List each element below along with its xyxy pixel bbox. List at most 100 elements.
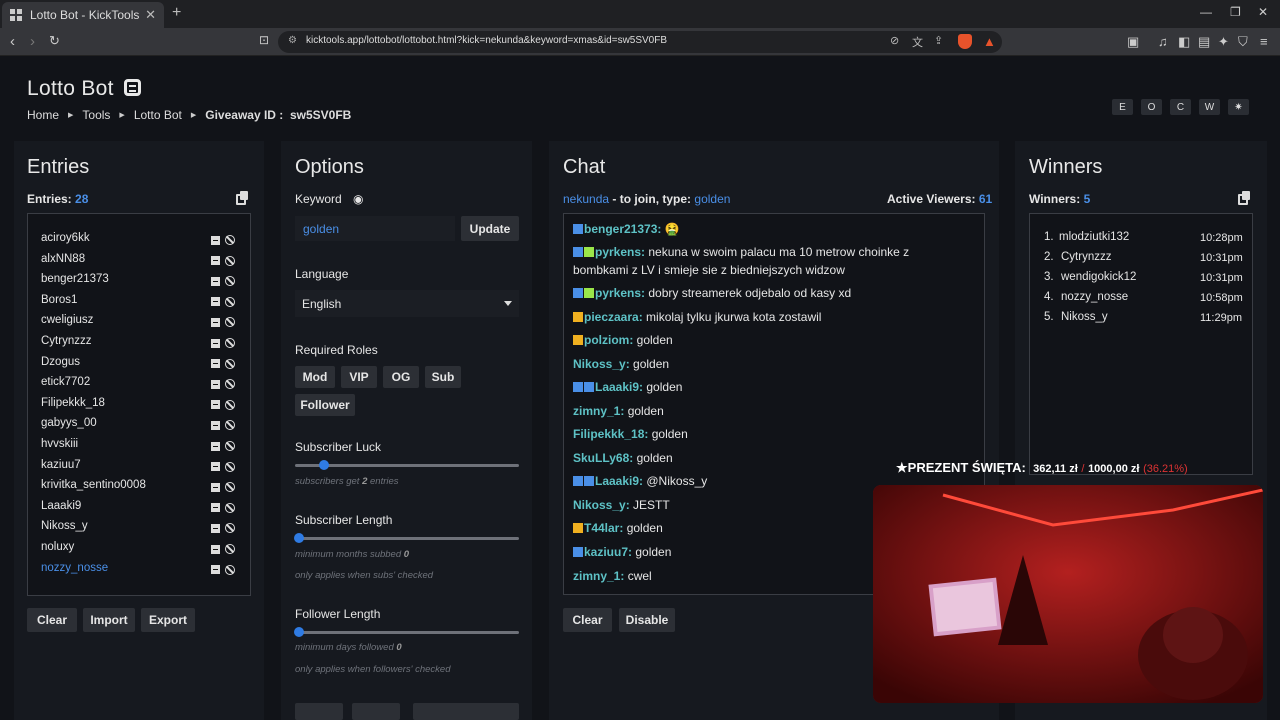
remove-entry-icon[interactable] — [211, 235, 220, 245]
chat-username[interactable]: Filipekkk_18: — [573, 427, 648, 441]
role-sub-toggle[interactable]: Sub — [425, 366, 461, 388]
ban-icon[interactable] — [225, 317, 235, 328]
role-follower-toggle[interactable]: Follower — [295, 394, 355, 416]
browser-tab[interactable]: Lotto Bot - KickTools ✕ — [2, 2, 164, 28]
breadcrumb-home[interactable]: Home — [27, 108, 59, 122]
copy-icon[interactable] — [1238, 191, 1250, 205]
subscriber-length-slider[interactable] — [294, 533, 519, 543]
slider-handle[interactable] — [294, 533, 304, 543]
subscriber-luck-slider[interactable] — [295, 460, 519, 470]
options-action-button[interactable] — [413, 703, 519, 720]
ban-icon[interactable] — [225, 420, 235, 431]
ban-icon[interactable] — [225, 296, 235, 307]
remove-entry-icon[interactable] — [211, 297, 220, 307]
remove-entry-icon[interactable] — [211, 462, 220, 472]
maximize-icon[interactable]: ❐ — [1230, 5, 1241, 19]
forward-icon[interactable]: › — [30, 33, 35, 50]
ban-icon[interactable] — [225, 276, 235, 287]
chat-username[interactable]: SkuLLy68: — [573, 451, 633, 465]
chat-username[interactable]: pyrkens: — [595, 286, 645, 300]
ban-icon[interactable] — [225, 544, 235, 554]
ban-icon[interactable] — [225, 502, 235, 513]
chat-username[interactable]: polziom: — [584, 333, 633, 347]
ban-icon[interactable] — [225, 441, 235, 451]
ban-icon[interactable] — [225, 523, 235, 534]
extensions-icon[interactable]: ✦ — [1218, 34, 1229, 50]
reader-icon[interactable]: ▣ — [1127, 34, 1139, 50]
remove-entry-icon[interactable] — [211, 317, 220, 327]
bookmark-icon[interactable]: ⊡ — [259, 33, 269, 47]
remove-entry-icon[interactable] — [211, 523, 220, 533]
ban-icon[interactable] — [225, 358, 235, 369]
follower-length-slider[interactable] — [294, 627, 519, 637]
ban-icon[interactable] — [225, 564, 235, 575]
options-action-button[interactable] — [295, 703, 343, 720]
toggle-entries-button[interactable]: E — [1112, 99, 1133, 115]
ban-icon[interactable] — [225, 235, 235, 245]
remove-entry-icon[interactable] — [211, 379, 220, 389]
remove-entry-icon[interactable] — [211, 359, 220, 369]
options-action-button[interactable] — [352, 703, 400, 720]
remove-entry-icon[interactable] — [211, 400, 220, 410]
remove-entry-icon[interactable] — [211, 276, 220, 286]
chat-username[interactable]: zimny_1: — [573, 404, 624, 418]
close-window-icon[interactable]: ✕ — [1258, 5, 1268, 19]
remove-entry-icon[interactable] — [211, 482, 220, 492]
ban-icon[interactable] — [225, 482, 235, 493]
language-select[interactable]: English — [295, 290, 519, 317]
chat-clear-button[interactable]: Clear — [563, 608, 612, 632]
share-icon[interactable]: ⇪ — [934, 34, 943, 47]
reload-icon[interactable]: ↻ — [49, 33, 60, 49]
ban-icon[interactable] — [225, 338, 235, 348]
chat-username[interactable]: T44lar: — [584, 521, 623, 535]
role-og-toggle[interactable]: OG — [383, 366, 419, 388]
theme-icon[interactable]: ✷ — [1228, 99, 1249, 115]
media-icon[interactable]: ♫ — [1158, 34, 1168, 49]
remove-entry-icon[interactable] — [211, 441, 220, 451]
entries-import-button[interactable]: Import — [83, 608, 135, 632]
wallet-icon[interactable]: ▤ — [1198, 34, 1210, 50]
rewards-icon[interactable]: ▲ — [983, 34, 996, 49]
ban-icon[interactable] — [225, 461, 235, 472]
site-info-icon[interactable]: ⚙ — [288, 35, 297, 46]
chat-username[interactable]: kaziuu7: — [584, 545, 632, 559]
chat-username[interactable]: Nikoss_y: — [573, 357, 630, 371]
chat-username[interactable]: benger21373: — [584, 222, 661, 236]
remove-entry-icon[interactable] — [211, 420, 220, 430]
chat-username[interactable]: Nikoss_y: — [573, 498, 630, 512]
entries-clear-button[interactable]: Clear — [27, 608, 77, 632]
slider-handle[interactable] — [294, 627, 304, 637]
chat-username[interactable]: Laaaki9: — [595, 474, 643, 488]
ban-icon[interactable] — [225, 379, 235, 390]
ban-icon[interactable] — [225, 399, 235, 410]
remove-entry-icon[interactable] — [211, 503, 220, 513]
remove-entry-icon[interactable] — [211, 544, 220, 554]
keyword-input[interactable]: golden — [295, 216, 455, 241]
update-button[interactable]: Update — [461, 216, 519, 241]
role-mod-toggle[interactable]: Mod — [295, 366, 335, 388]
copy-icon[interactable] — [236, 191, 248, 205]
chat-username[interactable]: pieczaara: — [584, 310, 643, 324]
entries-export-button[interactable]: Export — [141, 608, 195, 632]
toggle-options-button[interactable]: O — [1141, 99, 1162, 115]
minimize-icon[interactable]: — — [1200, 5, 1212, 19]
chat-username[interactable]: pyrkens: — [595, 245, 645, 259]
eye-icon[interactable]: ◉ — [353, 192, 363, 206]
slider-handle[interactable] — [319, 460, 329, 470]
new-tab-icon[interactable]: + — [172, 4, 181, 22]
close-tab-icon[interactable]: ✕ — [145, 7, 156, 23]
remove-entry-icon[interactable] — [211, 338, 220, 348]
remove-entry-icon[interactable] — [211, 256, 220, 266]
chat-username[interactable]: zimny_1: — [573, 569, 624, 583]
ban-icon[interactable] — [225, 255, 235, 266]
breadcrumb-lotto-bot[interactable]: Lotto Bot — [134, 108, 182, 122]
menu-icon[interactable]: ≡ — [1260, 34, 1268, 49]
toggle-winners-button[interactable]: W — [1199, 99, 1220, 115]
breadcrumb-tools[interactable]: Tools — [82, 108, 110, 122]
camera-off-icon[interactable]: ⊘ — [890, 34, 899, 47]
brave-shield-icon[interactable] — [958, 34, 972, 49]
chat-disable-button[interactable]: Disable — [619, 608, 675, 632]
remove-entry-icon[interactable] — [211, 565, 220, 575]
chat-username[interactable]: Laaaki9: — [595, 380, 643, 394]
translate-icon[interactable]: 文 — [912, 34, 923, 50]
